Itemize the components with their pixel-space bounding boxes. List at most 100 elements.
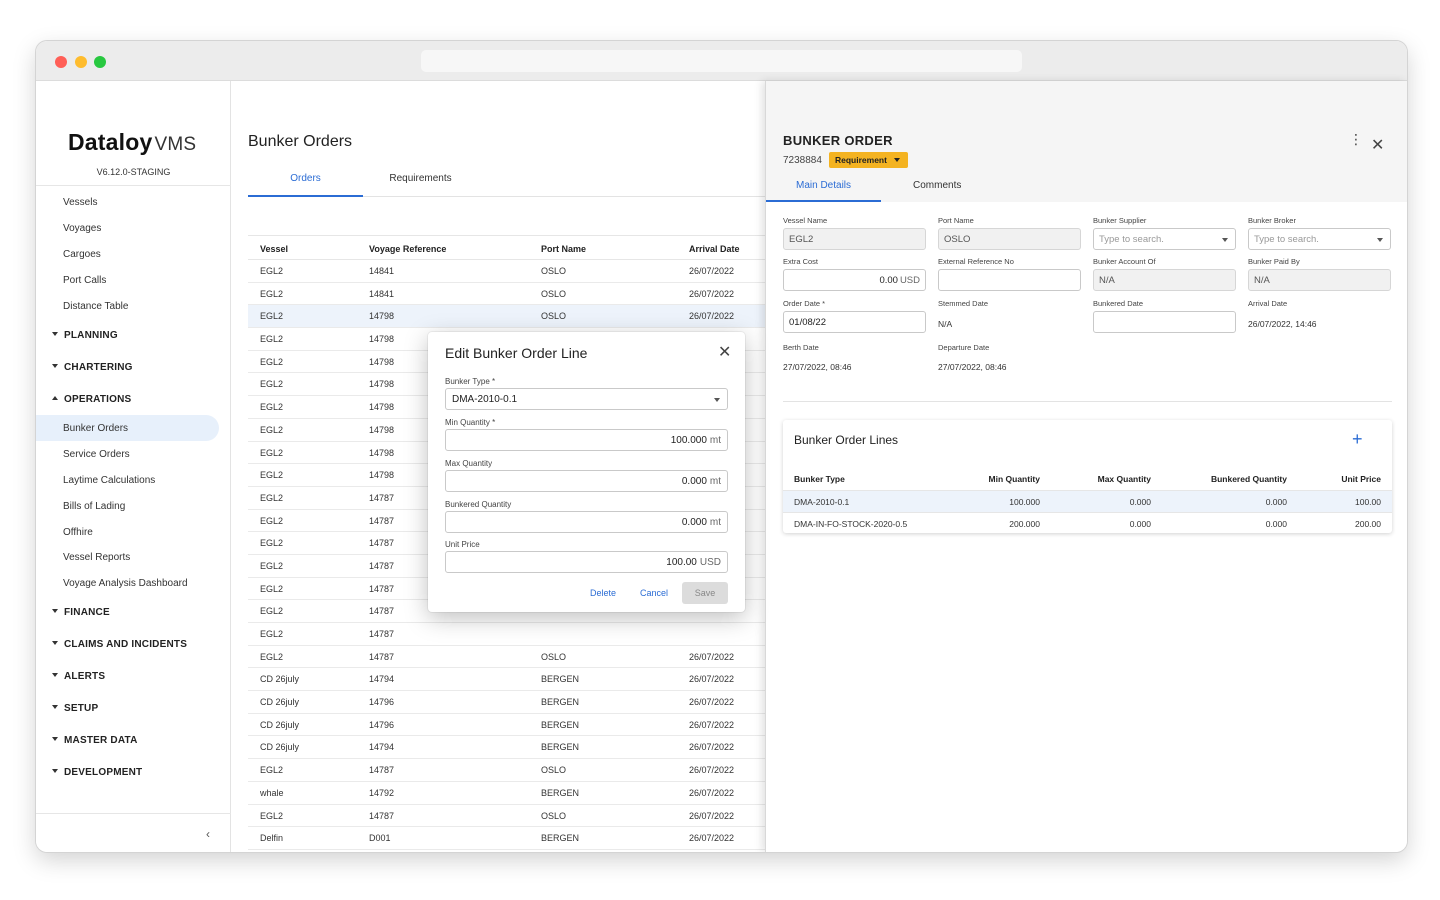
max-quantity-input[interactable]: 0.000 mt — [445, 470, 728, 492]
address-bar[interactable] — [421, 50, 1022, 72]
table-row[interactable]: CD 26july 14796 BERGEN 26/07/2022 — [248, 714, 765, 737]
table-row[interactable]: EGL2 14841 OSLO 26/07/2022 — [248, 260, 765, 283]
sidebar-section-planning[interactable]: PLANNING — [52, 330, 118, 341]
bunkered-date-input[interactable] — [1093, 311, 1236, 333]
min-quantity-value: 100.000 — [670, 435, 707, 446]
main-tabs: Orders Requirements — [248, 169, 765, 197]
tab-requirements[interactable]: Requirements — [363, 173, 478, 184]
bunker-supplier-select[interactable]: Type to search. — [1093, 228, 1236, 250]
table-row[interactable]: whale 14792 BERGEN 26/07/2022 — [248, 782, 765, 805]
table-row[interactable]: Delfin D001 BERGEN 26/07/2022 — [248, 827, 765, 850]
sidebar-item-voyages[interactable]: Voyages — [63, 223, 101, 234]
browser-window: Dataloy VMS V6.12.0-STAGING Vessels Voyag… — [36, 41, 1407, 852]
status-badge[interactable]: Requirement — [829, 152, 908, 168]
close-icon[interactable]: ✕ — [1371, 135, 1384, 155]
sidebar-section-finance[interactable]: FINANCE — [52, 607, 110, 618]
table-cell: 14787 — [369, 606, 395, 617]
table-row[interactable]: CD JulyCDJ001BERGEN26/07/2022 — [248, 850, 765, 852]
vessel-name-field: EGL2 — [783, 228, 926, 250]
sidebar-item-bunker-orders[interactable]: Bunker Orders — [63, 423, 128, 434]
caret-down-icon — [52, 737, 58, 741]
sidebar-section-development[interactable]: DEVELOPMENT — [52, 767, 142, 778]
table-cell: 14798 — [369, 424, 395, 435]
order-date-input[interactable]: 01/08/22 — [783, 311, 926, 333]
table-cell: 26/07/2022 — [689, 651, 735, 662]
sidebar-item-voyage-analysis-dashboard[interactable]: Voyage Analysis Dashboard — [63, 578, 188, 589]
table-cell: CD 26july — [260, 719, 300, 730]
table-cell: 14841 — [369, 288, 395, 299]
bunker-type-select[interactable]: DMA-2010-0.1 — [445, 388, 728, 410]
table-cell: BERGEN — [541, 742, 580, 753]
cancel-button[interactable]: Cancel — [640, 588, 668, 598]
min-quantity-input[interactable]: 100.000 mt — [445, 429, 728, 451]
table-row[interactable]: EGL2 14798 OSLO 26/07/2022 — [248, 305, 765, 329]
table-row[interactable]: EGL2 14841 OSLO 26/07/2022 — [248, 283, 765, 306]
table-row[interactable]: CD 26july 14794 BERGEN 26/07/2022 — [248, 736, 765, 760]
sidebar-item-bills-of-lading[interactable]: Bills of Lading — [63, 501, 125, 512]
table-cell: 26/07/2022 — [689, 765, 735, 776]
table-cell: BERGEN — [541, 697, 580, 708]
sidebar-item-laytime-calculations[interactable]: Laytime Calculations — [63, 475, 155, 486]
min-quantity-label: Min Quantity * — [445, 418, 496, 427]
caret-down-icon — [52, 609, 58, 613]
column-header-min-quantity: Min Quantity — [988, 474, 1040, 484]
table-cell: EGL2 — [260, 810, 284, 821]
sidebar-item-service-orders[interactable]: Service Orders — [63, 449, 130, 460]
table-row[interactable]: EGL2 14787 — [248, 623, 765, 646]
column-header-voyage-reference[interactable]: Voyage Reference — [369, 244, 446, 254]
sidebar-section-master-data[interactable]: MASTER DATA — [52, 735, 138, 746]
table-cell: EGL2 — [260, 560, 284, 571]
caret-down-icon — [52, 673, 58, 677]
column-header-max-quantity: Max Quantity — [1097, 474, 1151, 484]
tab-orders[interactable]: Orders — [248, 173, 363, 184]
sidebar-section-alerts[interactable]: ALERTS — [52, 671, 105, 682]
sidebar-item-distance-table[interactable]: Distance Table — [63, 301, 128, 312]
table-cell: 26/07/2022 — [689, 810, 735, 821]
close-window-button[interactable] — [55, 56, 67, 68]
table-row[interactable]: DMA-IN-FO-STOCK-2020-0.5 200.000 0.000 0… — [783, 512, 1392, 534]
minimize-window-button[interactable] — [75, 56, 87, 68]
table-row[interactable]: EGL2 14787 OSLO 26/07/2022 — [248, 646, 765, 669]
table-row[interactable]: CD 26july 14796 BERGEN 26/07/2022 — [248, 691, 765, 714]
add-line-icon[interactable]: + — [1352, 429, 1363, 450]
table-cell: 14792 — [369, 787, 395, 798]
table-row[interactable]: CD 26july 14794 BERGEN 26/07/2022 — [248, 668, 765, 692]
extra-cost-input[interactable]: 0.00 USD — [783, 269, 926, 291]
table-row[interactable]: DMA-2010-0.1 100.000 0.000 0.000 100.00 — [783, 490, 1392, 512]
sidebar-item-vessel-reports[interactable]: Vessel Reports — [63, 552, 130, 563]
unit-price-input[interactable]: 100.00 USD — [445, 551, 728, 573]
sidebar-item-offhire[interactable]: Offhire — [63, 527, 93, 538]
table-row[interactable]: EGL2 14787 OSLO 26/07/2022 — [248, 805, 765, 828]
column-header-port-name[interactable]: Port Name — [541, 244, 586, 254]
tab-comments[interactable]: Comments — [913, 180, 961, 191]
column-header-arrival-date[interactable]: Arrival Date — [689, 244, 740, 254]
caret-down-icon — [52, 364, 58, 368]
table-cell: BERGEN — [541, 787, 580, 798]
sidebar-section-chartering[interactable]: CHARTERING — [52, 362, 133, 373]
collapse-sidebar-icon[interactable]: ‹ — [206, 827, 210, 841]
table-cell: 14798 — [369, 402, 395, 413]
currency-label: USD — [699, 557, 721, 568]
bunker-broker-select[interactable]: Type to search. — [1248, 228, 1391, 250]
sidebar-item-port-calls[interactable]: Port Calls — [63, 275, 106, 286]
save-button[interactable]: Save — [682, 582, 728, 604]
column-header-vessel[interactable]: Vessel — [260, 244, 288, 254]
table-cell: EGL2 — [260, 447, 284, 458]
table-cell: 14798 — [369, 470, 395, 481]
delete-button[interactable]: Delete — [590, 588, 616, 598]
sidebar-section-claims-and-incidents[interactable]: CLAIMS AND INCIDENTS — [52, 639, 187, 650]
sidebar-item-cargoes[interactable]: Cargoes — [63, 249, 101, 260]
tab-main-details[interactable]: Main Details — [796, 180, 851, 191]
sidebar-item-vessels[interactable]: Vessels — [63, 197, 97, 208]
sidebar-section-operations[interactable]: OPERATIONS — [52, 394, 131, 405]
close-icon[interactable]: ✕ — [718, 342, 731, 362]
table-row[interactable]: EGL2 14787 OSLO 26/07/2022 — [248, 759, 765, 782]
table-cell: EGL2 — [260, 266, 284, 276]
external-reference-input[interactable] — [938, 269, 1081, 291]
sidebar-section-setup[interactable]: SETUP — [52, 703, 98, 714]
bunkered-quantity-input[interactable]: 0.000 mt — [445, 511, 728, 533]
more-vert-icon[interactable]: ⋮ — [1349, 132, 1363, 146]
zoom-window-button[interactable] — [94, 56, 106, 68]
table-cell: 14787 — [369, 629, 395, 639]
departure-date-value: 27/07/2022, 08:46 — [938, 362, 1007, 372]
